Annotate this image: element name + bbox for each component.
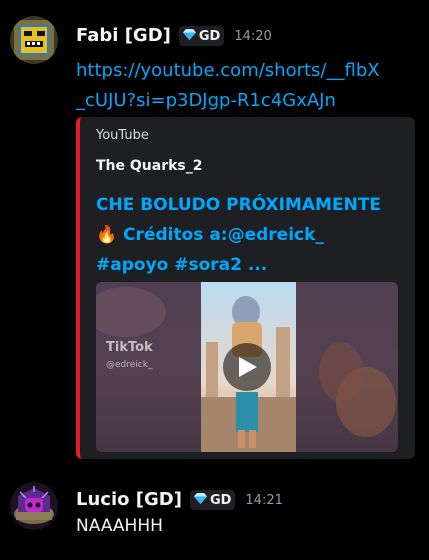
embed-title-line-2: 🔥 Créditos a:@edreick_ [96, 225, 324, 245]
diamond-icon [182, 28, 196, 44]
tiktok-watermark-user: @edreick_ [106, 360, 153, 370]
embed-title-line-3: #apoyo #sora2 ... [96, 255, 268, 275]
tiktok-watermark: TikTok [106, 340, 153, 355]
diamond-icon [193, 492, 207, 508]
video-thumbnail[interactable]: TikTok @edreick_ [96, 282, 398, 452]
server-tag-label: GD [198, 28, 221, 44]
chat-view: Fabi [GD] GD 14:20 https://youtube.com/s… [0, 0, 429, 560]
youtube-embed: YouTube The Quarks_2 CHE BOLUDO PRÓXIMAM… [76, 117, 415, 459]
message-header: Fabi [GD] GD 14:20 [76, 16, 416, 56]
play-icon [239, 357, 257, 377]
server-tag[interactable]: GD [189, 490, 236, 510]
timestamp[interactable]: 14:21 [245, 493, 282, 508]
message-text: NAAAHHH [76, 516, 163, 536]
embed-author[interactable]: The Quarks_2 [96, 158, 203, 174]
message-content: Lucio [GD] GD 14:21 NAAAHHH [76, 478, 416, 538]
timestamp[interactable]: 14:20 [234, 29, 271, 44]
avatar-fabi[interactable] [10, 16, 58, 64]
server-tag-label: GD [209, 492, 232, 508]
youtube-link[interactable]: https://youtube.com/shorts/__flbX _cUJU?… [76, 56, 396, 116]
avatar-lucio[interactable] [10, 482, 58, 530]
link-line-1: https://youtube.com/shorts/__flbX [76, 60, 380, 81]
embed-provider[interactable]: YouTube [96, 128, 149, 143]
embed-title-line-1: CHE BOLUDO PRÓXIMAMENTE [96, 195, 382, 215]
message-content: Fabi [GD] GD 14:20 https://youtube.com/s… [76, 16, 416, 116]
play-button[interactable] [223, 343, 271, 391]
username[interactable]: Fabi [GD] [76, 16, 171, 56]
link-line-2: _cUJU?si=p3DJgp-R1c4GxAJn [76, 90, 336, 111]
server-tag[interactable]: GD [178, 26, 225, 46]
embed-title[interactable]: CHE BOLUDO PRÓXIMAMENTE 🔥 Créditos a:@ed… [96, 190, 406, 280]
